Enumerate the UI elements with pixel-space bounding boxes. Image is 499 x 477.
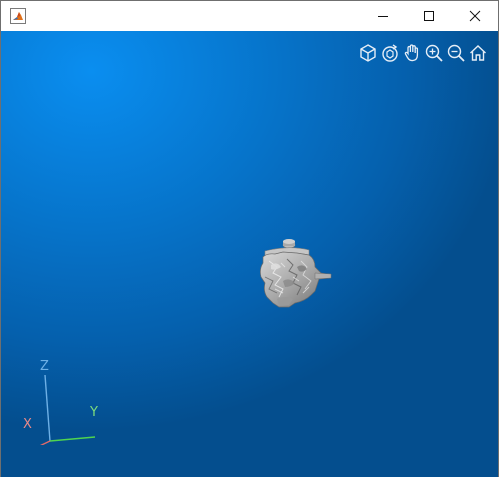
maximize-icon — [424, 11, 434, 21]
close-icon — [469, 10, 481, 22]
3d-model-mesh[interactable] — [253, 237, 337, 311]
zoom-in-icon[interactable] — [423, 41, 445, 65]
z-axis-label: Z — [40, 359, 49, 374]
y-axis-label: Y — [90, 405, 98, 420]
axes-toolbar — [357, 41, 489, 65]
figure-window: Z Y X — [0, 0, 499, 477]
minimize-icon — [378, 16, 388, 17]
title-bar[interactable] — [1, 1, 498, 31]
maximize-button[interactable] — [406, 1, 452, 31]
restore-view-icon[interactable] — [357, 41, 379, 65]
close-button[interactable] — [452, 1, 498, 31]
x-axis-line — [39, 440, 51, 445]
z-axis-line — [44, 374, 51, 442]
orientation-axes: Z Y X — [15, 353, 115, 445]
zoom-out-icon[interactable] — [445, 41, 467, 65]
matlab-app-icon — [10, 8, 26, 24]
x-axis-label: X — [23, 417, 32, 432]
3d-viewport[interactable]: Z Y X — [1, 31, 498, 477]
rotate-icon[interactable] — [379, 41, 401, 65]
home-icon[interactable] — [467, 41, 489, 65]
minimize-button[interactable] — [360, 1, 406, 31]
y-axis-line — [49, 436, 96, 442]
pan-icon[interactable] — [401, 41, 423, 65]
